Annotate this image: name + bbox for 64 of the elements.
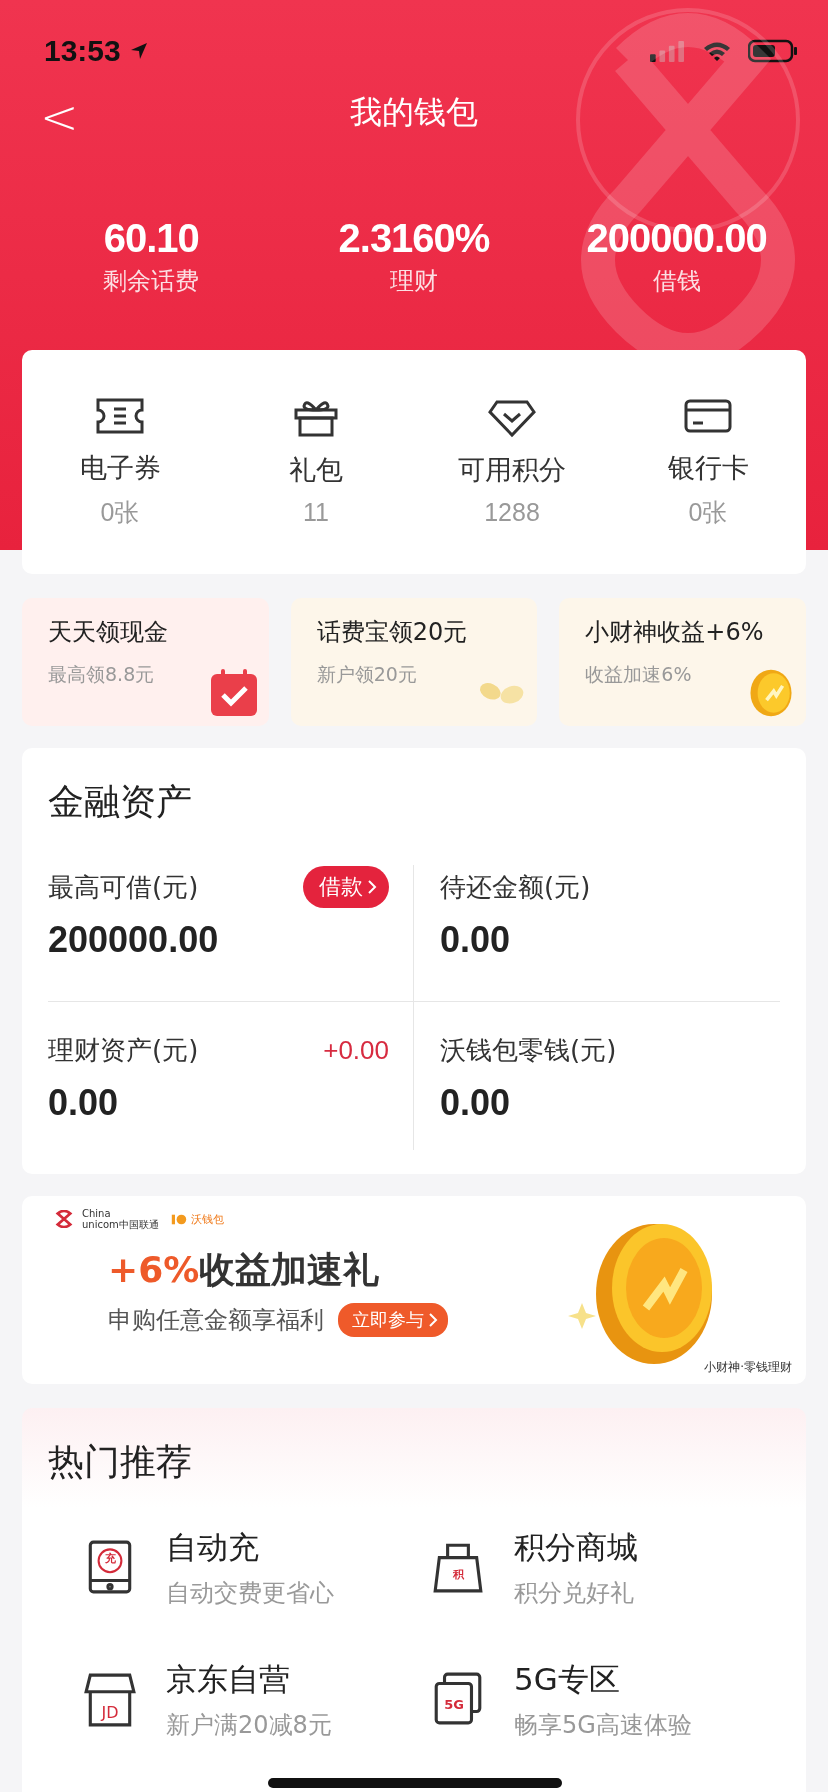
asset-value: 200000.00 bbox=[48, 919, 220, 961]
promo-card[interactable]: 天天领现金 最高领8.8元 bbox=[22, 598, 269, 726]
asset-change: +0.00 bbox=[323, 1034, 389, 1066]
calendar-check-icon bbox=[208, 668, 259, 718]
stat-label: 借钱 bbox=[652, 266, 701, 297]
logo-text: China bbox=[82, 1208, 112, 1219]
wifi-icon bbox=[702, 40, 732, 62]
chevron-icon bbox=[428, 1312, 438, 1328]
service-title[interactable]: 积分商城 bbox=[514, 1527, 638, 1569]
service-subtitle: 畅享5G高速体验 bbox=[514, 1710, 692, 1741]
icon-text: 积 bbox=[451, 1567, 465, 1582]
service-subtitle: 新户满20减8元 bbox=[166, 1710, 332, 1741]
icon-text: 5G bbox=[443, 1697, 465, 1712]
quick-action-count: 0张 bbox=[688, 496, 728, 528]
wallet-logo-icon bbox=[170, 1212, 187, 1226]
promo-subtitle: 最高领8.8元 bbox=[48, 662, 156, 687]
service-subtitle: 积分兑好礼 bbox=[514, 1578, 635, 1609]
asset-label: 理财资产(元) bbox=[48, 1033, 199, 1067]
asset-label: 最高可借(元) bbox=[48, 870, 199, 904]
section-title: 金融资产 bbox=[48, 780, 193, 824]
back-button[interactable]: < bbox=[34, 90, 85, 144]
stat-label: 理财 bbox=[390, 266, 438, 297]
battery-icon bbox=[748, 39, 798, 63]
promo-title: 话费宝领20元 bbox=[316, 617, 469, 648]
asset-value: 0.00 bbox=[440, 919, 512, 961]
stat-value: 2.3160% bbox=[338, 216, 490, 261]
banner-subtitle: 申购任意金额享福利 bbox=[108, 1305, 324, 1336]
wallet-brand: 沃钱包 bbox=[190, 1211, 224, 1227]
service-title[interactable]: 自动充 bbox=[166, 1527, 334, 1569]
logo-text: unicom中国联通 bbox=[82, 1219, 159, 1230]
promo-subtitle: 新户领20元 bbox=[316, 662, 418, 687]
promo-card[interactable]: 话费宝领20元 新户领20元 bbox=[290, 598, 538, 726]
stat-value: 200000.00 bbox=[586, 216, 767, 261]
asset-label: 沃钱包零钱(元) bbox=[440, 1033, 617, 1067]
service-title[interactable]: 5G专区 bbox=[514, 1659, 692, 1701]
quick-action-label[interactable]: 礼包 bbox=[289, 451, 343, 488]
asset-value: 0.00 bbox=[440, 1082, 512, 1124]
asset-value: 0.00 bbox=[48, 1082, 120, 1124]
promo-title: 天天领现金 bbox=[48, 617, 169, 648]
page-title: 我的钱包 bbox=[350, 92, 478, 133]
quick-action-count: 0张 bbox=[100, 496, 140, 528]
icon-text: 充 bbox=[103, 1551, 117, 1566]
quick-action-count: 1288 bbox=[484, 497, 540, 527]
chevron-icon bbox=[367, 879, 377, 895]
stat-value: 60.10 bbox=[103, 216, 199, 261]
asset-label: 待还金额(元) bbox=[440, 870, 591, 904]
promo-title: 小财神收益+6% bbox=[585, 617, 765, 648]
section-title: 热门推荐 bbox=[48, 1440, 193, 1484]
promo-card[interactable]: 小财神收益+6% 收益加速6% bbox=[559, 598, 806, 726]
banner-title: +6%收益加速礼 bbox=[108, 1248, 381, 1292]
icon-text: JD bbox=[99, 1703, 120, 1722]
quick-action-label[interactable]: 银行卡 bbox=[667, 449, 749, 486]
quick-action-count: 11 bbox=[303, 497, 329, 527]
loan-button[interactable]: 借款 bbox=[303, 866, 389, 908]
stat-label: 剩余话费 bbox=[103, 266, 200, 297]
signal-icon bbox=[650, 40, 684, 62]
status-time: 13:53 bbox=[44, 34, 121, 68]
service-title[interactable]: 京东自营 bbox=[166, 1659, 332, 1701]
quick-action-label[interactable]: 可用积分 bbox=[458, 451, 566, 488]
banner-caption: 小财神·零钱理财 bbox=[704, 1359, 792, 1376]
banner-card[interactable]: China unicom中国联通 沃钱包 +6%收益加速礼 申购任意金额享福利 立即参与 小财神·零钱理财 bbox=[22, 1196, 806, 1384]
promo-subtitle: 收益加速6% bbox=[585, 662, 693, 687]
quick-action-label[interactable]: 电子券 bbox=[79, 449, 161, 486]
service-subtitle: 自动交费更省心 bbox=[166, 1578, 334, 1609]
